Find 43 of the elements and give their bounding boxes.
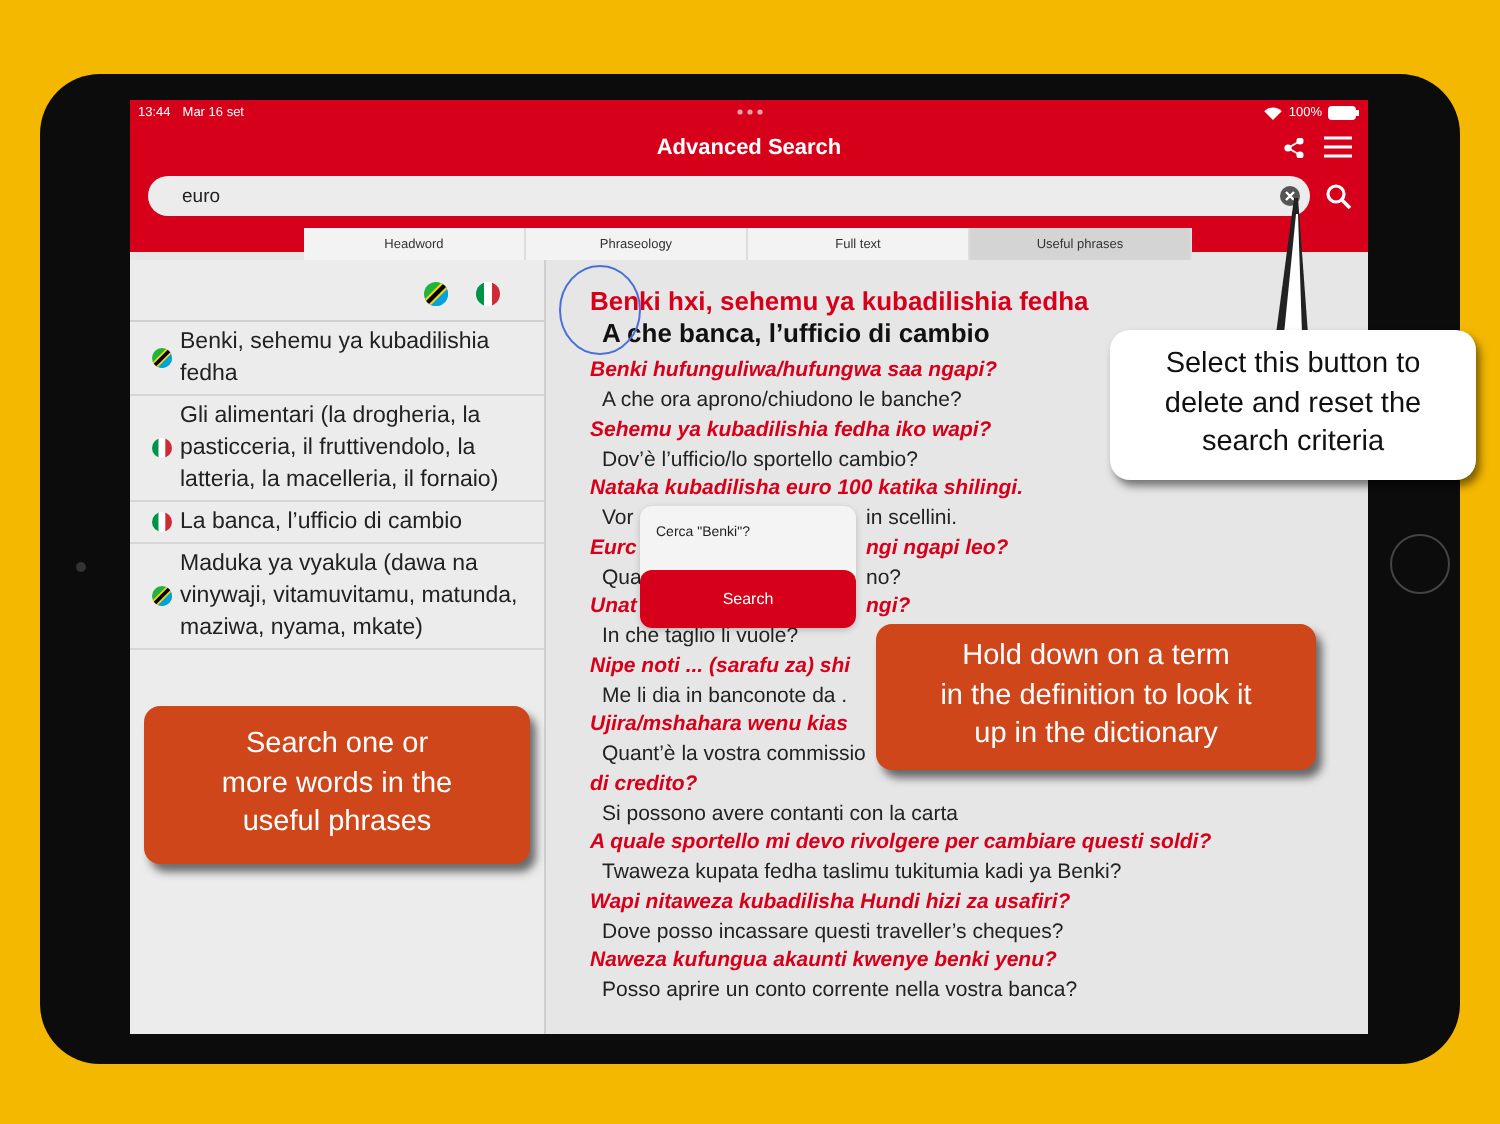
translation-text: Si possono avere contanti con la carta [602, 801, 959, 825]
phrase-text: Eurc [590, 533, 637, 563]
camera-icon [76, 562, 86, 572]
callout-note: Select this button to delete and reset the search criteria [1110, 330, 1476, 480]
battery-icon [1328, 105, 1360, 119]
menu-icon[interactable] [1324, 136, 1352, 158]
screen-title: Advanced Search [656, 136, 842, 160]
search-field[interactable]: euro [148, 176, 1310, 216]
phrase-text: Sehemu ya kubadilishia fedha iko wapi? [590, 417, 992, 441]
phrase-text: Ujira/mshahara wenu kias [590, 712, 848, 736]
result-item[interactable]: Gli alimentari (la drogheria, la pasticceria, il fruttivendolo, la latteria, la macelleria, il fornaio) [130, 396, 544, 502]
flag-icon[interactable] [424, 282, 448, 306]
translation-text: Dov’è l’ufficio/lo sportello cambio? [602, 447, 918, 471]
search-button[interactable]: Search [640, 570, 856, 628]
result-item[interactable]: La banca, l’ufficio di cambio [130, 502, 544, 544]
result-item[interactable]: Maduka ya vyakula (dawa na vinywaji, vitamuvitamu, matunda, maziwa, nyama, mkate) [130, 544, 544, 650]
translation-text: Twaweza kupata fedha taslimu tukitumia kadi ya Benki? [602, 860, 1122, 884]
phrase-text: Nipe noti ... (sarafu za) shi [590, 653, 851, 677]
translation-text: A che ora aprono/chiudono le banche? [602, 388, 962, 412]
phrase-text: di credito? [590, 771, 698, 795]
translation-text: Me li dia in banconote da . [602, 683, 848, 707]
result-item[interactable]: Benki, sehemu ya kubadilishia fedha [130, 322, 544, 396]
translation-text: Posso aprire un conto corrente nella vostra banca? [602, 978, 1078, 1002]
callout-note: Search one or more words in the useful phrases [144, 706, 530, 864]
translation-text: Vor [602, 504, 634, 533]
translation-text: in scellini. [866, 504, 958, 533]
translation-text: Quant’è la vostra commissio [602, 742, 866, 766]
wifi-icon [1264, 105, 1283, 119]
translation-text: Qua [602, 563, 642, 592]
phrase-text: A quale sportello mi devo rivolgere per cambiare questi soldi? [590, 830, 1212, 854]
search-icon[interactable] [1326, 183, 1352, 209]
phrase-text: Unat [590, 592, 637, 622]
translation-text: Dove posso incassare questi traveller’s cheques? [602, 919, 1064, 943]
phrase-text: Nataka kubadilisha euro 100 katika shilingi. [590, 476, 1024, 500]
more-dots-icon [735, 108, 763, 116]
phrase-text: ngi? [866, 592, 911, 622]
callout-note: Hold down on a term in the definition to look it up in the dictionary [876, 624, 1316, 770]
phrase-text: Naweza kufungua akaunti kwenye benki yenu? [590, 948, 1057, 972]
share-icon[interactable] [1284, 137, 1304, 157]
translation-text: no? [866, 563, 902, 592]
phrase-text: Wapi nitaweza kubadilisha Hundi hizi za usafiri? [590, 889, 1071, 913]
phrase-text: Benki hufunguliwa/hufungwa saa ngapi? [590, 358, 998, 382]
phrase-text: ngi ngapi leo? [866, 533, 1009, 563]
